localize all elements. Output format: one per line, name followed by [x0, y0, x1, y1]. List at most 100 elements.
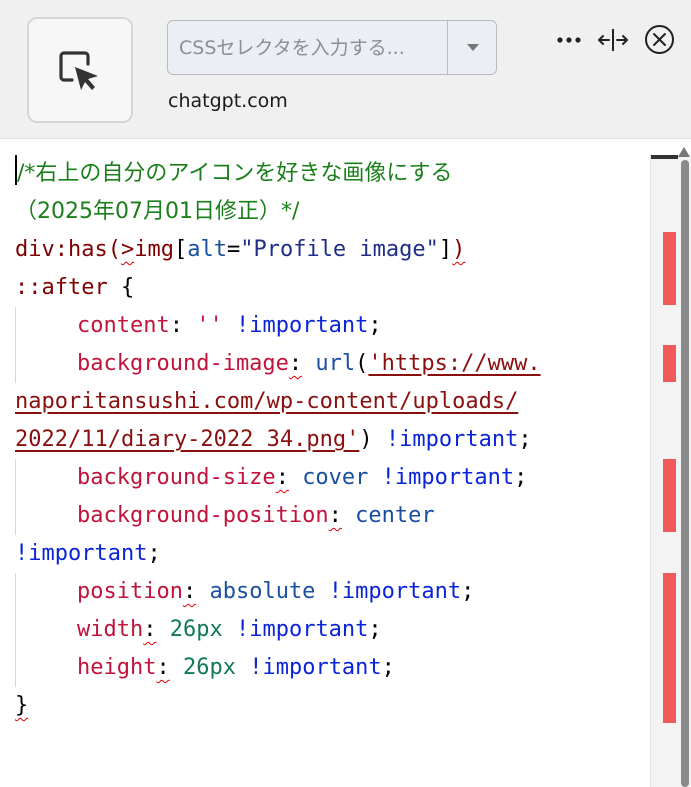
code-token: ; — [368, 313, 382, 338]
code-token: background-position — [77, 503, 329, 528]
code-line[interactable]: background-position: center — [15, 497, 645, 535]
code-token: naporitansushi.com/wp-content/uploads/ — [15, 389, 519, 414]
code-token: !important — [385, 427, 519, 452]
code-token: "Profile image" — [240, 237, 439, 262]
code-token: 26px — [169, 617, 223, 642]
code-token: height — [77, 655, 157, 680]
code-token: ( — [355, 351, 369, 376]
code-token: center — [355, 503, 435, 528]
code-line[interactable]: naporitansushi.com/wp-content/uploads/ — [15, 383, 645, 421]
code-token: ] — [438, 237, 453, 262]
code-token: width — [77, 617, 144, 642]
code-token: : — [169, 313, 197, 338]
code-token: ; — [514, 465, 528, 490]
code-line[interactable]: height: 26px !important; — [15, 649, 645, 687]
code-line[interactable]: （2025年07月01日修正）*/ — [15, 193, 645, 231]
indent-guide — [15, 611, 77, 649]
more-dots-icon[interactable] — [556, 35, 582, 45]
error-marker — [663, 232, 676, 305]
code-line[interactable]: /*右上の自分のアイコンを好きな画像にする — [15, 155, 645, 193]
code-line[interactable]: background-image: url('https://www. — [15, 345, 645, 383]
code-token: { — [120, 275, 135, 300]
code-token: div:has( — [15, 237, 121, 262]
code-token: : — [328, 503, 342, 528]
code-token: background-size — [77, 465, 276, 490]
code-token: !important — [328, 579, 462, 604]
code-token: ) — [359, 427, 386, 452]
code-token: 2022/11/diary-2022_34.png' — [15, 427, 360, 452]
split-view-icon[interactable] — [597, 28, 629, 52]
indent-guide — [15, 649, 77, 687]
code-token: ; — [147, 541, 161, 566]
code-line[interactable]: 2022/11/diary-2022_34.png') !important; — [15, 421, 645, 459]
code-token: : — [288, 351, 303, 376]
code-token: alt — [187, 237, 227, 262]
css-code-editor[interactable]: /*右上の自分のアイコンを好きな画像にする （2025年07月01日修正）*/ di… — [0, 140, 691, 787]
code-line[interactable]: !important; — [15, 535, 645, 573]
code-token: ; — [368, 617, 382, 642]
error-marker — [663, 573, 676, 723]
selector-dropdown-button[interactable] — [447, 21, 497, 74]
code-token: > — [120, 237, 135, 262]
code-token: !important — [235, 313, 369, 338]
close-circle-icon[interactable] — [644, 24, 675, 55]
code-line[interactable]: ::after { — [15, 269, 645, 307]
code-token: : — [143, 617, 157, 642]
code-token: ; — [518, 427, 532, 452]
code-token: url — [315, 351, 356, 376]
code-line[interactable]: div:has(>img[alt="Profile image"]) — [15, 231, 645, 269]
indent-guide — [15, 307, 77, 345]
indent-guide — [15, 345, 77, 383]
code-token: content — [77, 313, 170, 338]
code-token: ; — [381, 655, 395, 680]
code-token: cover — [302, 465, 369, 490]
code-token: = — [226, 237, 241, 262]
code-token: 'https://www. — [368, 351, 541, 376]
code-line[interactable]: width: 26px !important; — [15, 611, 645, 649]
code-token: : — [182, 579, 197, 604]
code-token: absolute — [209, 579, 316, 604]
code-token: ::after — [15, 275, 121, 300]
error-marker — [663, 345, 676, 382]
code-line[interactable]: } — [15, 687, 645, 725]
code-token: /*右上の自分のアイコンを好きな画像にする — [17, 161, 453, 186]
code-token: background-image — [77, 351, 289, 376]
element-picker-button[interactable] — [27, 17, 133, 123]
code-line[interactable]: position: absolute !important; — [15, 573, 645, 611]
scrollbar-thumb[interactable] — [681, 160, 689, 787]
code-area[interactable]: /*右上の自分のアイコンを好きな画像にする （2025年07月01日修正）*/ di… — [15, 155, 645, 725]
indent-guide — [15, 573, 77, 611]
error-marker — [663, 459, 676, 532]
code-token: '' — [196, 313, 223, 338]
code-token: : — [156, 655, 170, 680]
chevron-down-icon — [467, 44, 479, 51]
toolbar: chatgpt.com — [0, 0, 691, 139]
code-token: [ — [173, 237, 188, 262]
code-line[interactable]: content: '' !important; — [15, 307, 645, 345]
indent-guide — [15, 459, 77, 497]
code-token: ; — [461, 579, 475, 604]
code-token: 26px — [182, 655, 236, 680]
css-selector-input[interactable] — [168, 21, 447, 74]
code-line[interactable]: background-size: cover !important; — [15, 459, 645, 497]
scroll-up-arrow-icon[interactable] — [678, 147, 690, 157]
code-token: : — [275, 465, 289, 490]
code-token: !important — [15, 541, 148, 566]
code-token: img — [134, 237, 174, 262]
code-token: （2025年07月01日修正）*/ — [15, 199, 300, 224]
scroll-position-indicator — [651, 155, 678, 159]
code-token: } — [15, 693, 29, 718]
css-selector-combobox — [167, 20, 497, 75]
element-picker-icon — [59, 51, 98, 90]
